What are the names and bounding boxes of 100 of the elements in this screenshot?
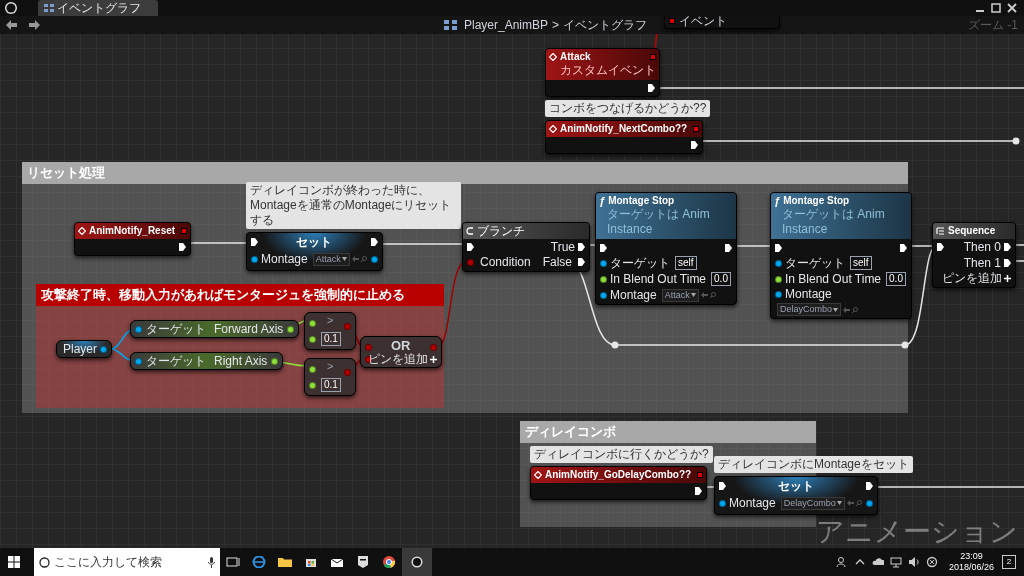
dropdown[interactable]: DelayCombo — [780, 496, 845, 510]
function-node[interactable]: ƒ Montage Stop ターゲットは Anim Instance ターゲット self In Blend Out Time 0.0 Montage Attack — [595, 192, 737, 305]
windows-logo-icon[interactable] — [8, 556, 20, 568]
event-node[interactable]: AnimNotify_NextCombo?? — [545, 120, 704, 154]
status-icon[interactable] — [925, 556, 938, 568]
task-view-icon[interactable] — [226, 556, 240, 568]
pin-icon[interactable] — [775, 290, 782, 298]
exec-pin-icon[interactable] — [179, 243, 187, 251]
value-field[interactable]: self — [675, 256, 697, 270]
exec-pin-icon[interactable] — [775, 243, 782, 252]
back-arrow-icon[interactable] — [6, 20, 18, 30]
set-node[interactable]: セット Montage Attack — [246, 232, 383, 271]
notification-button[interactable]: 2 — [1002, 555, 1016, 569]
clock-time[interactable]: 23:09 — [960, 550, 983, 562]
add-pin-button[interactable]: ピンを追加 — [942, 272, 1011, 284]
function-node[interactable]: ƒ Montage Stop ターゲットは Anim Instance ターゲット self In Blend Out Time 0.0 Montage DelayCombo — [770, 192, 912, 319]
pin-icon[interactable] — [271, 357, 279, 365]
pin-icon[interactable] — [309, 319, 316, 327]
value-field[interactable]: 0.0 — [711, 272, 731, 286]
event-node[interactable]: AnimNotify_Reset — [74, 222, 192, 256]
pin-icon[interactable] — [251, 255, 258, 263]
pin-icon[interactable] — [370, 255, 378, 263]
delegate-pin-icon[interactable] — [650, 54, 656, 60]
cloud-icon[interactable] — [871, 556, 884, 568]
folder-icon[interactable] — [278, 556, 292, 568]
reset-arrow-icon[interactable] — [846, 500, 854, 506]
pin-icon[interactable] — [865, 499, 873, 507]
pin-icon[interactable] — [100, 345, 107, 353]
pin-icon[interactable] — [775, 259, 782, 267]
dropdown[interactable]: DelayCombo — [777, 303, 842, 316]
reset-arrow-icon[interactable] — [843, 306, 851, 313]
exec-pin-icon[interactable] — [900, 243, 907, 252]
search-icon[interactable] — [852, 306, 859, 313]
sequence-node[interactable]: Sequence Then 0 Then 1 ピンを追加 — [932, 222, 1016, 288]
taskbar-button[interactable] — [402, 548, 432, 576]
pin-icon[interactable] — [600, 291, 607, 299]
event-node[interactable]: Attack カスタムイベント — [545, 48, 660, 97]
value-field[interactable]: 0.1 — [321, 378, 341, 392]
engine-logo-icon[interactable] — [4, 1, 18, 15]
reset-arrow-icon[interactable] — [351, 256, 359, 262]
pin-icon[interactable] — [309, 335, 316, 343]
pin-icon[interactable] — [287, 325, 295, 333]
getter-node[interactable]: ターゲット Right Axis — [130, 352, 284, 370]
pin-icon[interactable] — [600, 259, 607, 267]
exec-pin-icon[interactable] — [937, 243, 944, 251]
search-icon[interactable] — [709, 292, 716, 298]
variable-node[interactable]: Player — [56, 340, 112, 358]
compare-node[interactable]: 0.1 > — [304, 358, 356, 396]
pin-icon[interactable] — [600, 275, 607, 283]
delegate-pin-icon[interactable] — [693, 126, 700, 132]
add-pin-button[interactable]: ピンを追加 — [368, 353, 437, 365]
clock-date[interactable]: 2018/06/26 — [948, 562, 994, 574]
delegate-pin-icon[interactable] — [669, 18, 675, 24]
search-bar[interactable]: ここに入力して検索 — [34, 548, 220, 576]
exec-pin-icon[interactable] — [251, 238, 258, 246]
browser-icon[interactable] — [252, 556, 266, 568]
set-node[interactable]: セット Montage DelayCombo — [714, 476, 878, 515]
compare-node[interactable]: 0.1 > — [304, 312, 356, 350]
value-field[interactable]: 0.0 — [886, 272, 906, 286]
graph-node[interactable]: イベント — [664, 16, 780, 29]
exec-pin-icon[interactable] — [719, 482, 726, 490]
close-icon[interactable] — [1004, 2, 1020, 14]
microphone-icon[interactable] — [208, 556, 215, 568]
editor-tab[interactable]: イベントグラフ — [38, 0, 158, 16]
people-icon[interactable] — [835, 556, 848, 568]
search-field[interactable]: ここに入力して検索 — [54, 553, 204, 571]
reset-arrow-icon[interactable] — [700, 292, 708, 298]
chrome-icon[interactable] — [382, 556, 396, 568]
exec-pin-icon[interactable] — [1004, 259, 1011, 267]
exec-pin-icon[interactable] — [648, 84, 655, 92]
dropdown[interactable]: Attack — [312, 252, 350, 266]
value-field[interactable]: 0.1 — [321, 332, 341, 346]
getter-node[interactable]: ターゲット Forward Axis — [130, 320, 300, 338]
exec-pin-icon[interactable] — [578, 243, 586, 251]
pin-icon[interactable] — [309, 381, 316, 389]
speaker-icon[interactable] — [907, 556, 920, 568]
pin-icon[interactable] — [365, 356, 372, 363]
event-node[interactable]: AnimNotify_GoDelayCombo?? — [530, 466, 708, 500]
forward-arrow-icon[interactable] — [28, 20, 40, 30]
maximize-icon[interactable] — [988, 2, 1004, 14]
exec-pin-icon[interactable] — [865, 482, 873, 490]
value-field[interactable]: self — [850, 256, 872, 270]
dropdown[interactable]: Attack — [661, 288, 699, 302]
or-node[interactable]: OR ピンを追加 — [360, 336, 442, 368]
search-icon[interactable] — [360, 256, 367, 262]
exec-pin-icon[interactable] — [691, 141, 699, 149]
exec-pin-icon[interactable] — [725, 243, 732, 252]
exec-pin-icon[interactable] — [578, 258, 586, 266]
shield-logo-icon[interactable] — [356, 556, 370, 568]
exec-pin-icon[interactable] — [467, 243, 474, 251]
pin-icon[interactable] — [309, 365, 316, 373]
exec-pin-icon[interactable] — [1004, 243, 1011, 251]
store-icon[interactable] — [304, 556, 318, 568]
mail-icon[interactable] — [330, 556, 344, 568]
exec-pin-icon[interactable] — [695, 487, 703, 495]
exec-pin-icon[interactable] — [600, 243, 607, 252]
exec-pin-icon[interactable] — [370, 238, 378, 246]
network-icon[interactable] — [889, 556, 902, 568]
pin-icon[interactable] — [775, 275, 782, 283]
breadcrumb-link[interactable]: Player_AnimBP — [464, 16, 549, 34]
